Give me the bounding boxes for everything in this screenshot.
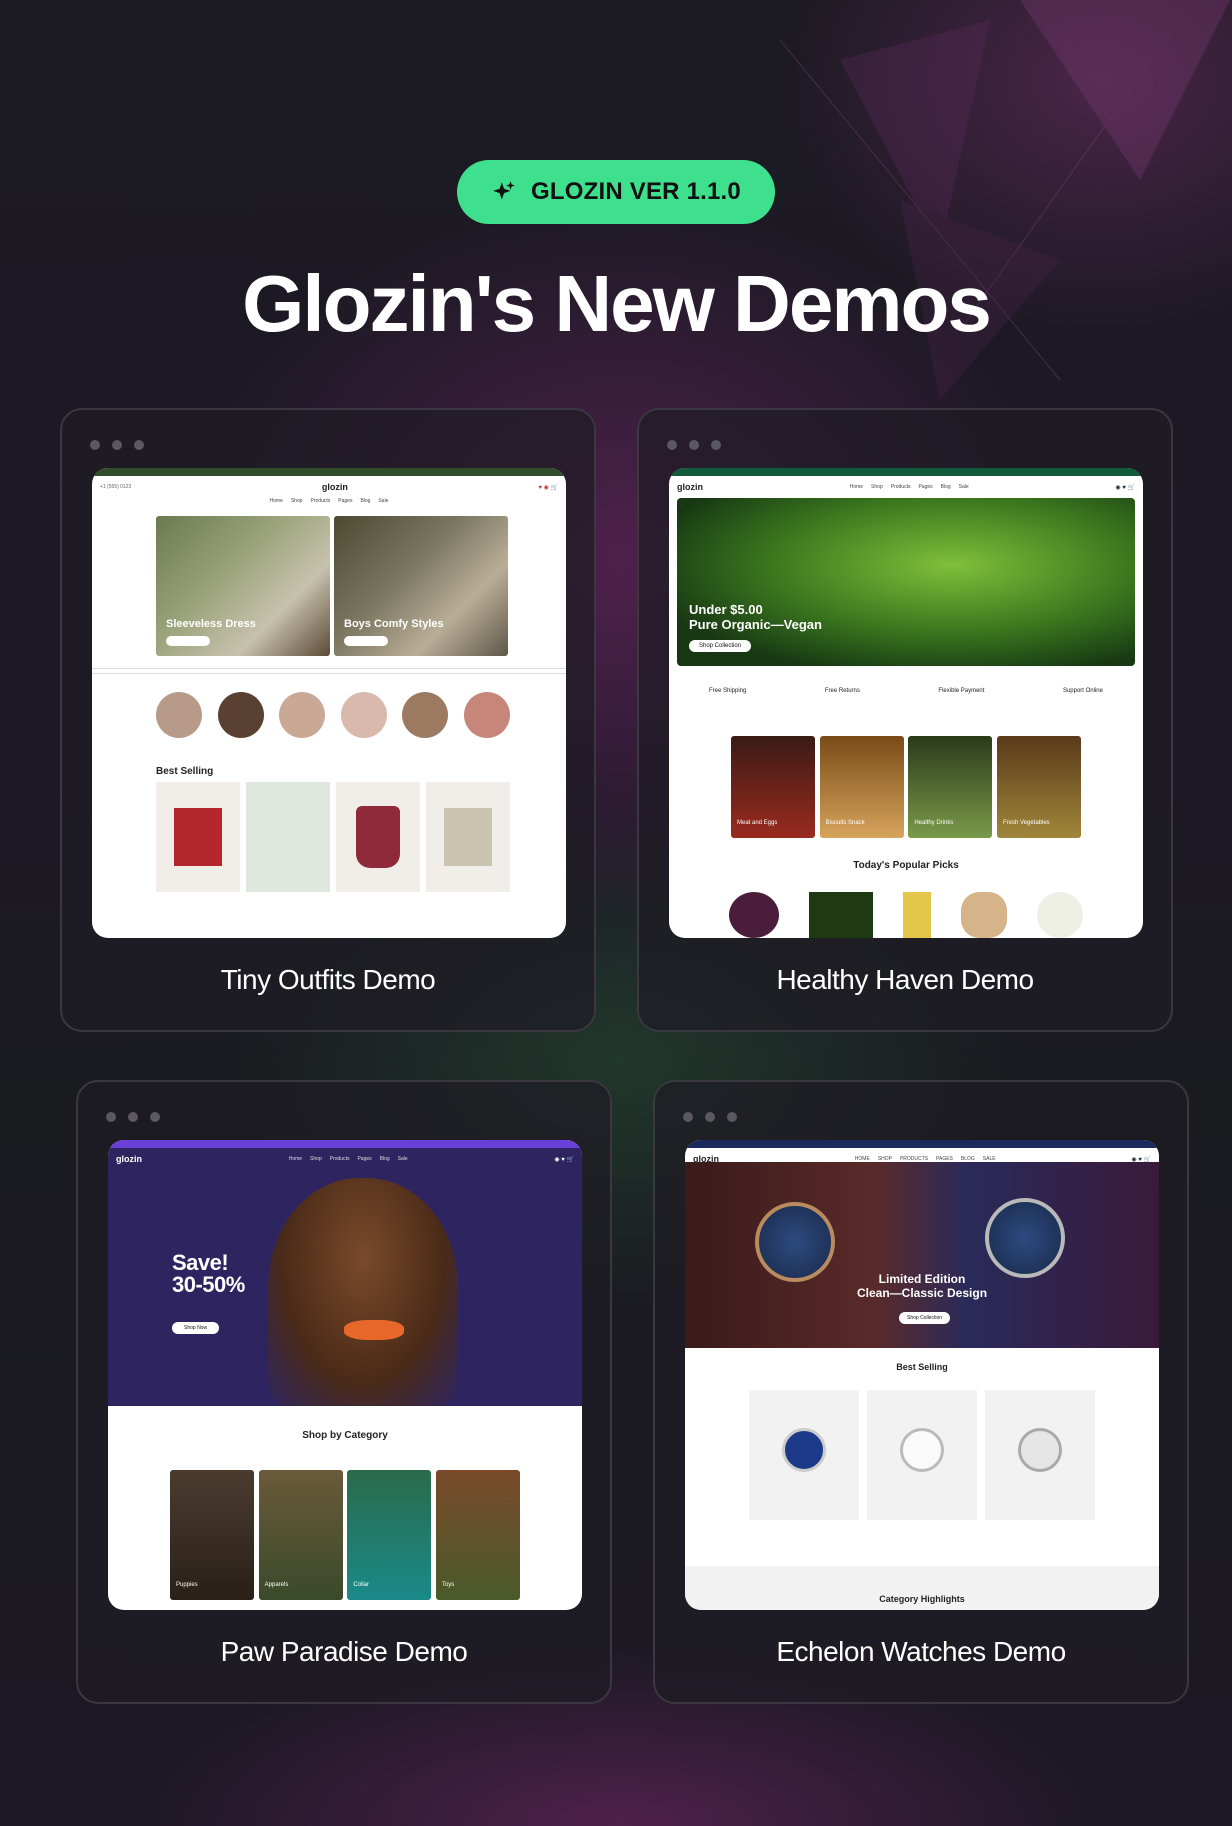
- window-dots: [106, 1112, 160, 1122]
- demo-preview-paw-paradise[interactable]: glozin Home Shop Products Pages Blog Sale ◉ ♥…: [108, 1140, 582, 1610]
- demo-title[interactable]: Echelon Watches Demo: [655, 1636, 1187, 1668]
- window-dots: [90, 440, 144, 450]
- section-title-2: Category Highlights: [879, 1594, 965, 1604]
- product-strip: [729, 892, 1083, 938]
- product-grid: [156, 782, 510, 892]
- page-title: Glozin's New Demos: [242, 259, 992, 348]
- demo-title[interactable]: Healthy Haven Demo: [639, 964, 1171, 996]
- window-dots: [667, 440, 721, 450]
- demo-preview-tiny-outfits[interactable]: +1 (555) 0123 glozin ♥ ◉ 🛒 Home Shop Produ…: [92, 468, 566, 938]
- version-label: GLOZIN VER 1.1.0: [531, 178, 741, 205]
- version-badge: GLOZIN VER 1.1.0: [457, 160, 775, 224]
- demo-card-echelon-watches[interactable]: glozin HOME SHOP PRODUCTS PAGES BLOG SALE ◉ ♥…: [653, 1080, 1189, 1704]
- category-tiles: Puppies Apparels Collar Toys: [170, 1470, 520, 1600]
- hero-image-2[interactable]: Boys Comfy Styles: [334, 516, 508, 656]
- demo-card-healthy-haven[interactable]: glozin Home Shop Products Pages Blog Sale ◉ ♥…: [637, 408, 1173, 1032]
- hero-banner[interactable]: glozin Home Shop Products Pages Blog Sale ◉ ♥…: [108, 1148, 582, 1406]
- window-dots: [683, 1112, 737, 1122]
- feature-row: Free Shipping Free Returns Flexible Paym…: [709, 688, 1103, 694]
- section-title: Today's Popular Picks: [853, 860, 959, 871]
- product-grid: [749, 1390, 1095, 1520]
- section-title: Shop by Category: [302, 1430, 388, 1441]
- dog-image: [268, 1178, 458, 1406]
- hero-image-1[interactable]: Sleeveless Dress: [156, 516, 330, 656]
- decorative-shards: [779, 0, 1230, 400]
- category-circles: [156, 692, 510, 738]
- demo-card-tiny-outfits[interactable]: +1 (555) 0123 glozin ♥ ◉ 🛒 Home Shop Produ…: [60, 408, 596, 1032]
- section-title: Best Selling: [156, 766, 214, 777]
- demo-title[interactable]: Paw Paradise Demo: [78, 1636, 610, 1668]
- demo-preview-echelon-watches[interactable]: glozin HOME SHOP PRODUCTS PAGES BLOG SALE ◉ ♥…: [685, 1140, 1159, 1610]
- preview-nav: glozin Home Shop Products Pages Blog Sale ◉ ♥…: [677, 482, 1135, 492]
- hero-banner[interactable]: Under $5.00 Pure Organic—Vegan Shop Coll…: [677, 498, 1135, 666]
- demo-title[interactable]: Tiny Outfits Demo: [62, 964, 594, 996]
- category-tiles: Meat and Eggs Biscuits Snack Healthy Dri…: [731, 736, 1081, 838]
- section-title: Best Selling: [896, 1362, 948, 1372]
- preview-nav: +1 (555) 0123 glozin ♥ ◉ 🛒: [100, 482, 558, 492]
- hero-banner[interactable]: Limited Edition Clean—Classic Design Sho…: [685, 1162, 1159, 1348]
- sparkle-icon: [493, 181, 515, 200]
- demo-preview-healthy-haven[interactable]: glozin Home Shop Products Pages Blog Sale ◉ ♥…: [669, 468, 1143, 938]
- demo-card-paw-paradise[interactable]: glozin Home Shop Products Pages Blog Sale ◉ ♥…: [76, 1080, 612, 1704]
